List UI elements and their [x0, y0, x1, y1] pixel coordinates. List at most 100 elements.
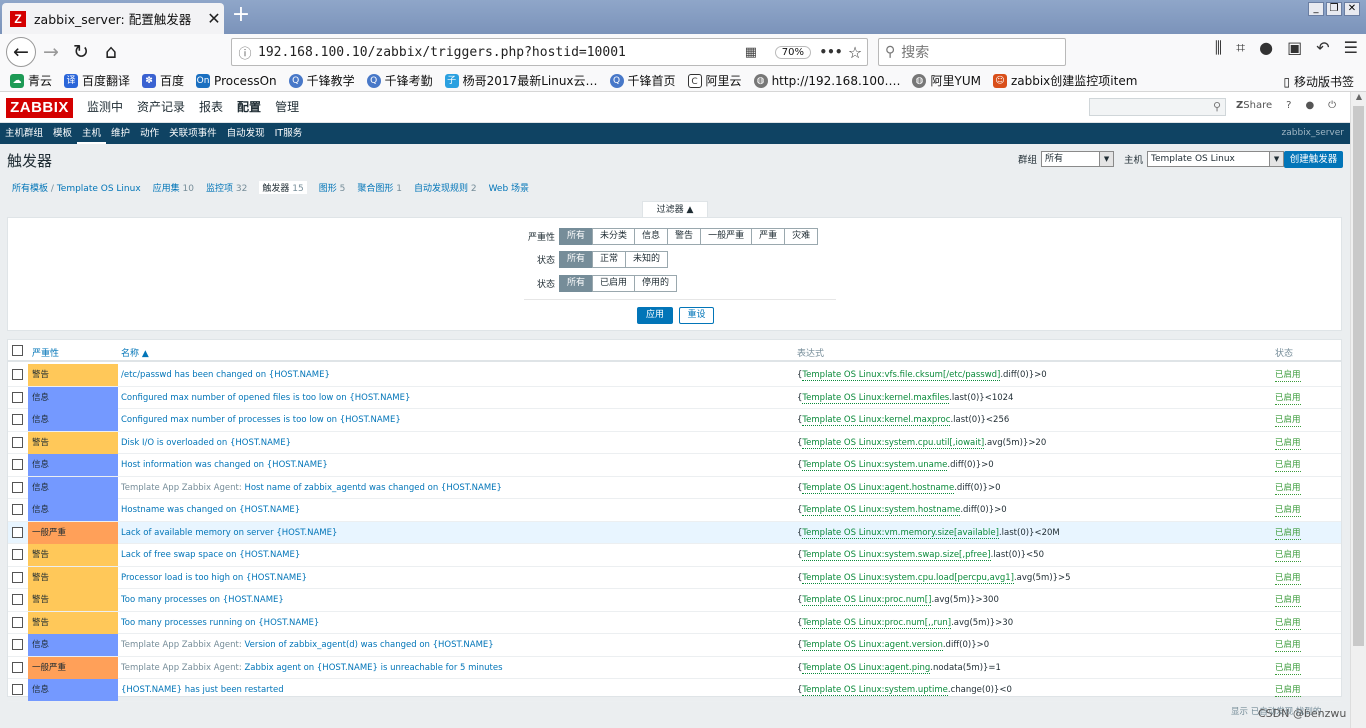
state-option[interactable]: 未知的 [625, 251, 669, 268]
bookmark-item[interactable]: ☺ zabbix创建监控项item [992, 72, 1137, 89]
severity-option[interactable]: 严重 [751, 228, 786, 245]
menu-icon[interactable]: ☰ [1344, 38, 1358, 58]
item-link[interactable]: Template OS Linux:system.swap.size[,pfre… [802, 550, 991, 561]
browser-search-input[interactable]: ⚲ 搜索 [878, 38, 1066, 66]
bookmark-item[interactable]: 子杨哥2017最新Linux云… [444, 72, 598, 89]
undo-icon[interactable]: ↶ [1316, 38, 1329, 58]
group-select[interactable]: 所有 ▼ [1041, 151, 1115, 167]
item-link[interactable]: Template OS Linux:agent.ping [802, 662, 931, 674]
tab-screens[interactable]: 聚合图形 1 [357, 181, 402, 194]
menu-inventory[interactable]: 资产记录 [130, 92, 192, 123]
tab-items[interactable]: 监控项 32 [206, 181, 247, 194]
status-option[interactable]: 所有 [559, 275, 594, 292]
browser-tab[interactable]: Z zabbix_server: 配置触发器 ✕ [2, 3, 224, 34]
item-link[interactable]: Template OS Linux:system.cpu.util[,iowai… [802, 437, 985, 449]
template-prefix-link[interactable]: Template App Zabbix Agent: [121, 640, 244, 650]
row-checkbox[interactable] [12, 594, 23, 605]
page-actions-icon[interactable]: ••• [819, 45, 843, 59]
trigger-name-link[interactable]: Template App Zabbix Agent: Version of za… [121, 634, 494, 656]
bookmark-item[interactable]: C 阿里云 [687, 72, 742, 89]
trigger-name-link[interactable]: Configured max number of opened files is… [121, 387, 410, 409]
screenshot-icon[interactable]: ⌗ [1236, 38, 1245, 58]
row-checkbox[interactable] [12, 684, 23, 695]
mobile-bookmarks[interactable]: ▯ 移动版书签 [1284, 73, 1354, 90]
status-toggle[interactable]: 已启用 [1275, 615, 1301, 630]
tab-discovery-rules[interactable]: 自动发现规则 2 [414, 181, 477, 194]
template-prefix-link[interactable]: Template App Zabbix Agent: [121, 483, 244, 493]
bookmark-item[interactable]: Q 千锋教学 [288, 72, 355, 89]
severity-option[interactable]: 警告 [667, 228, 702, 245]
bookmark-item[interactable]: Q 千锋考勤 [366, 72, 433, 89]
library-icon[interactable]: ⫼ [1215, 38, 1222, 58]
share-link[interactable]: ZShare [1236, 100, 1272, 111]
severity-option[interactable]: 信息 [634, 228, 669, 245]
zabbix-logo[interactable]: ZABBIX [6, 98, 73, 118]
trigger-name-link[interactable]: Processor load is too high on {HOST.NAME… [121, 567, 307, 589]
item-link[interactable]: Template OS Linux:kernel.maxproc [802, 415, 951, 426]
item-link[interactable]: Template OS Linux:kernel.maxfiles [802, 392, 950, 404]
row-checkbox[interactable] [12, 414, 23, 425]
status-toggle[interactable]: 已启用 [1275, 660, 1301, 675]
trigger-name-link[interactable]: Too many processes on {HOST.NAME} [121, 589, 284, 611]
minimize-icon[interactable]: _ [1308, 2, 1324, 16]
logout-icon[interactable]: ⏻ [1328, 100, 1336, 111]
filter-toggle[interactable]: 过滤器 ▲ [642, 201, 708, 218]
bookmark-item[interactable]: On ProcessOn [196, 73, 277, 88]
back-arrow-icon[interactable]: ← [6, 37, 36, 67]
status-toggle[interactable]: 已启用 [1275, 682, 1301, 697]
select-all-checkbox[interactable] [12, 345, 23, 356]
apply-button[interactable]: 应用 [637, 307, 673, 324]
bookmark-item[interactable]: ◍ 阿里YUM [912, 72, 981, 89]
trigger-name-link[interactable]: Configured max number of processes is to… [121, 409, 401, 431]
bookmark-item[interactable]: ☁ 青云 [10, 72, 52, 89]
row-checkbox[interactable] [12, 549, 23, 560]
help-icon[interactable]: ? [1286, 100, 1291, 111]
status-toggle[interactable]: 已启用 [1275, 412, 1301, 427]
menu-administration[interactable]: 管理 [268, 92, 306, 123]
status-toggle[interactable]: 已启用 [1275, 390, 1301, 405]
trigger-name-link[interactable]: Host information was changed on {HOST.NA… [121, 454, 328, 476]
submenu-correlation[interactable]: 关联项事件 [164, 123, 222, 144]
menu-reports[interactable]: 报表 [192, 92, 230, 123]
status-toggle[interactable]: 已启用 [1275, 547, 1301, 562]
trigger-name-link[interactable]: Lack of available memory on server {HOST… [121, 522, 337, 544]
bookmark-item[interactable]: ✽ 百度 [142, 72, 184, 89]
column-name[interactable]: 名称 ▲ [121, 346, 149, 359]
status-toggle[interactable]: 已启用 [1275, 480, 1301, 495]
severity-option[interactable]: 未分类 [592, 228, 636, 245]
item-link[interactable]: Template OS Linux:vfs.file.cksum[/etc/pa… [802, 370, 1001, 381]
host-select[interactable]: Template OS Linux ▼ [1147, 151, 1285, 167]
row-checkbox[interactable] [12, 481, 23, 493]
row-checkbox[interactable] [12, 436, 23, 448]
scroll-up-icon[interactable]: ▲ [1351, 92, 1366, 106]
severity-option[interactable]: 灾难 [784, 228, 819, 245]
status-toggle[interactable]: 已启用 [1275, 367, 1301, 382]
trigger-name-link[interactable]: Disk I/O is overloaded on {HOST.NAME} [121, 432, 291, 454]
submenu-hosts[interactable]: 主机 [77, 123, 107, 144]
page-info-icon[interactable]: ⓘ [232, 43, 258, 62]
trigger-name-link[interactable]: {HOST.NAME} has just been restarted [121, 679, 284, 701]
status-option[interactable]: 已启用 [592, 275, 636, 292]
severity-option[interactable]: 一般严重 [700, 228, 753, 245]
column-status[interactable]: 状态 [1275, 346, 1293, 359]
trigger-name-link[interactable]: Template App Zabbix Agent: Zabbix agent … [121, 657, 503, 679]
submenu-templates[interactable]: 模板 [48, 123, 77, 144]
new-tab-icon[interactable]: + [230, 4, 252, 28]
zoom-level[interactable]: 70% [774, 45, 811, 59]
tab-web-scenarios[interactable]: Web 场景 [489, 181, 529, 194]
row-checkbox[interactable] [12, 639, 23, 650]
row-checkbox[interactable] [12, 391, 23, 403]
search-icon[interactable]: ⚲ [1213, 100, 1221, 113]
bookmark-star-icon[interactable]: ☆ [843, 43, 867, 62]
trigger-name-link[interactable]: Lack of free swap space on {HOST.NAME} [121, 544, 300, 566]
bookmark-item[interactable]: ◍ http://192.168.100.… [753, 73, 900, 88]
zabbix-search-input[interactable]: ⚲ [1089, 98, 1226, 116]
item-link[interactable]: Template OS Linux:proc.num[,,run] [802, 617, 952, 629]
close-window-icon[interactable]: ✕ [1344, 2, 1360, 16]
scrollbar-thumb[interactable] [1353, 106, 1364, 646]
submenu-host-groups[interactable]: 主机群组 [0, 123, 48, 144]
breadcrumb-template[interactable]: Template OS Linux [57, 184, 141, 194]
trigger-name-link[interactable]: Template App Zabbix Agent: Host name of … [121, 477, 502, 499]
bookmark-item[interactable]: Q 千锋首页 [609, 72, 676, 89]
row-checkbox[interactable] [12, 504, 23, 515]
